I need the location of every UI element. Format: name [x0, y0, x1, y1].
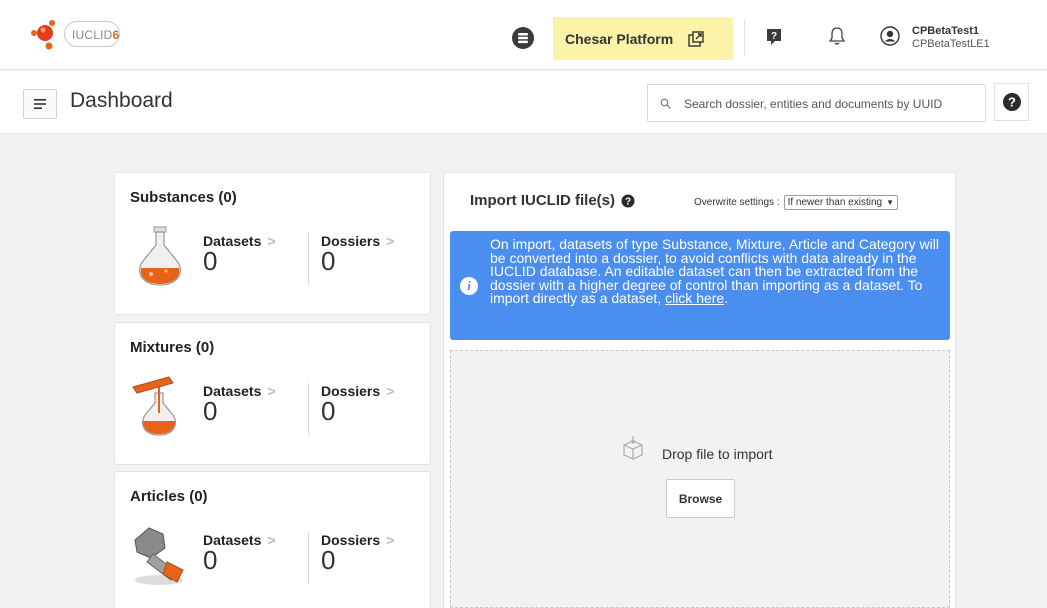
mixing-flask-icon: [132, 376, 176, 436]
bolt-icon: [134, 527, 184, 585]
help-circle-icon: ?: [1002, 93, 1021, 111]
articles-datasets-stat[interactable]: Datasets > 0: [203, 532, 276, 574]
import-panel: Import IUCLID file(s) ? Overwrite settin…: [443, 172, 956, 608]
file-drop-zone[interactable]: Drop file to import Browse: [450, 350, 950, 608]
page-title: Dashboard: [70, 89, 173, 112]
svg-text:?: ?: [1008, 95, 1016, 110]
articles-dossiers-stat[interactable]: Dossiers > 0: [321, 532, 394, 574]
menu-icon: [34, 99, 46, 109]
card-title: Substances (0): [130, 189, 237, 206]
upload-box-icon: [623, 436, 643, 460]
chevron-right-icon: >: [386, 532, 395, 548]
user-name: CPBetaTest1: [912, 25, 980, 37]
chevron-down-icon: ▼: [886, 198, 895, 207]
user-circle-icon: [880, 26, 900, 46]
substances-card: Substances (0) Datasets > 0 Dossiers > 0: [114, 172, 431, 315]
card-title: Mixtures (0): [130, 339, 215, 356]
chevron-right-icon: >: [386, 383, 395, 399]
top-bar: IUCLID6 Chesar Platform ? CPBetaTest1 CP…: [0, 0, 1047, 70]
chevron-right-icon: >: [386, 233, 395, 249]
logo-text: IUCLID6: [72, 28, 120, 42]
substances-dossiers-stat[interactable]: Dossiers > 0: [321, 233, 394, 275]
chevron-right-icon: >: [267, 532, 276, 548]
mixtures-card: Mixtures (0) Datasets > 0 Dossiers > 0: [114, 322, 431, 465]
import-help-icon[interactable]: ?: [621, 194, 635, 208]
stat-divider: [308, 532, 309, 584]
chesar-platform-label: Chesar Platform: [565, 30, 674, 47]
browse-button[interactable]: Browse: [666, 479, 735, 518]
topbar-divider: [744, 20, 745, 56]
uuid-search-box[interactable]: [647, 84, 986, 122]
notifications-button[interactable]: [828, 26, 846, 46]
iuclid-logo[interactable]: IUCLID6: [28, 18, 128, 58]
user-avatar-button[interactable]: [880, 26, 900, 46]
external-link-icon: [687, 30, 705, 48]
overwrite-select[interactable]: If newer than existing ▼: [783, 195, 899, 210]
datasets-count: 0: [203, 246, 218, 276]
overwrite-label: Overwrite settings :: [694, 197, 780, 208]
dossiers-count: 0: [321, 246, 336, 276]
question-bubble-icon: ?: [767, 29, 781, 45]
info-text: On import, datasets of type Substance, M…: [490, 236, 939, 306]
svg-text:?: ?: [625, 196, 631, 207]
side-menu-button[interactable]: [23, 89, 57, 119]
search-input[interactable]: [684, 94, 980, 114]
chevron-right-icon: >: [267, 233, 276, 249]
help-menu-button[interactable]: ?: [766, 28, 782, 46]
overwrite-settings: Overwrite settings : If newer than exist…: [694, 195, 899, 210]
click-here-link[interactable]: click here: [665, 290, 724, 306]
stat-divider: [308, 383, 309, 435]
datasets-count: 0: [203, 396, 218, 426]
info-icon: i: [460, 277, 478, 295]
dashboard-header: Dashboard ?: [0, 71, 1047, 134]
substances-datasets-stat[interactable]: Datasets > 0: [203, 233, 276, 275]
database-button[interactable]: [512, 27, 534, 49]
mixtures-dossiers-stat[interactable]: Dossiers > 0: [321, 383, 394, 425]
mixtures-datasets-stat[interactable]: Datasets > 0: [203, 383, 276, 425]
svg-text:?: ?: [771, 31, 777, 42]
articles-card: Articles (0) Datasets > 0 Dossiers > 0: [114, 471, 431, 608]
dossiers-count: 0: [321, 545, 336, 575]
stat-divider: [308, 233, 309, 285]
import-title: Import IUCLID file(s) ?: [470, 192, 635, 209]
bell-icon: [828, 27, 846, 45]
chesar-platform-button[interactable]: Chesar Platform: [553, 17, 733, 60]
search-icon: [660, 98, 671, 109]
import-info-banner: i On import, datasets of type Substance,…: [450, 231, 950, 340]
user-legal-entity: CPBetaTestLE1: [912, 38, 990, 50]
flask-icon: [139, 226, 181, 286]
logo-molecule-icon: [31, 20, 55, 50]
drop-file-text: Drop file to import: [662, 446, 773, 462]
help-button[interactable]: ?: [994, 83, 1029, 121]
dossiers-count: 0: [321, 396, 336, 426]
database-icon: [518, 33, 528, 44]
datasets-count: 0: [203, 545, 218, 575]
card-title: Articles (0): [130, 488, 208, 505]
chevron-right-icon: >: [267, 383, 276, 399]
